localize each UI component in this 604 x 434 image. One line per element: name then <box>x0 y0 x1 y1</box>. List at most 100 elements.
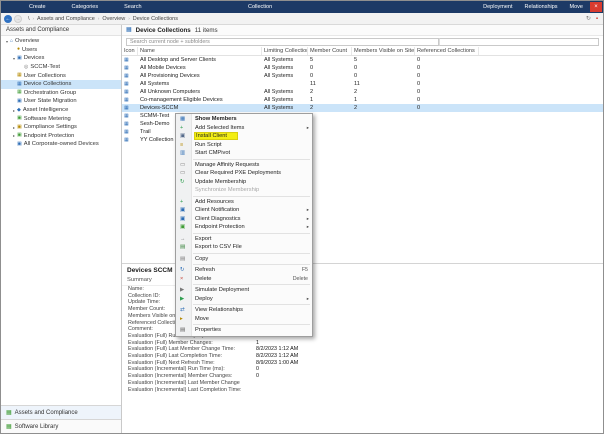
breadcrumb-item-overview[interactable]: Overview <box>102 16 125 22</box>
nav-alert-icon[interactable]: ▪ <box>596 16 598 22</box>
ribbon-tab-move[interactable]: Move <box>570 1 583 13</box>
detail-field-evaluation-incremental-run-time-ms: Evaluation (Incremental) Run Time (ms):0 <box>122 366 603 373</box>
forward-icon[interactable]: → <box>14 15 22 23</box>
menu-item-copy[interactable]: ▤Copy <box>176 255 312 264</box>
menu-item-export[interactable]: →Export <box>176 235 312 244</box>
sidebar-item-user-collections[interactable]: ▦User Collections <box>1 71 121 80</box>
ribbon-tab-categories[interactable]: Categories <box>72 1 99 13</box>
menu-item-client-notification[interactable]: ▣Client Notification▸ <box>176 206 312 215</box>
menu-item-label: Add Resources <box>195 199 234 205</box>
cell-members-visible: 0 <box>352 64 415 72</box>
breadcrumb: \ ›Assets and Compliance›Overview›Device… <box>28 16 178 22</box>
sidebar-item-users[interactable]: ●Users <box>1 46 121 55</box>
update-membership-icon: ↻ <box>180 178 185 187</box>
sidebar-item-user-state-migration[interactable]: ▣User State Migration <box>1 97 121 106</box>
column-header-members-visible-on-site[interactable]: Members Visible on Site <box>352 47 415 55</box>
menu-item-view-relationships[interactable]: ⇄View Relationships <box>176 306 312 315</box>
menu-item-label: Refresh <box>195 267 215 273</box>
ribbon-tab-relationships[interactable]: Relationships <box>525 1 558 13</box>
menu-item-add-resources[interactable]: +Add Resources <box>176 198 312 207</box>
workspace-button-software-library[interactable]: ▦Software Library <box>1 419 121 433</box>
column-header-member-count[interactable]: Member Count <box>308 47 352 55</box>
metering-icon: ▣ <box>17 116 22 121</box>
workspace-button-assets-and-compliance[interactable]: ▦Assets and Compliance <box>1 405 121 419</box>
sidebar-item-orchestration-group[interactable]: ▦Orchestration Group <box>1 89 121 98</box>
column-header-icon[interactable]: Icon <box>122 47 138 55</box>
menu-item-client-diagnostics[interactable]: ▣Client Diagnostics▸ <box>176 215 312 224</box>
menu-item-update-membership[interactable]: ↻Update Membership <box>176 178 312 187</box>
menu-item-manage-affinity-requests[interactable]: ▭Manage Affinity Requests <box>176 161 312 170</box>
app-window: Create Categories Search Collection Deploy… <box>0 0 604 434</box>
collection-icon: ▦ <box>124 98 129 103</box>
cell-member-count: 2 <box>308 88 352 96</box>
sidebar-item-endpoint-protection[interactable]: ▸▣Endpoint Protection <box>1 132 121 141</box>
table-row-co-management-eligible-devices[interactable]: ▦Co-management Eligible DevicesAll Syste… <box>122 96 603 104</box>
cell-referenced-collections: 0 <box>415 80 479 88</box>
sidebar: Assets and Compliance ▾⌂Overview●Users▾▣… <box>1 25 122 433</box>
detail-field-evaluation-incremental-member-changes: Evaluation (Incremental) Member Changes:… <box>122 373 603 380</box>
sidebar-item-compliance-settings[interactable]: ▸▣Compliance Settings <box>1 123 121 132</box>
breadcrumb-item-device-collections[interactable]: Device Collections <box>133 16 178 22</box>
ribbon-tab-deployment[interactable]: Deployment <box>483 1 512 13</box>
table-row-all-provisioning-devices[interactable]: ▦All Provisioning DevicesAll Systems000 <box>122 72 603 80</box>
menu-item-clear-required-pxe-deployments[interactable]: ▭Clear Required PXE Deployments <box>176 169 312 178</box>
sidebar-item-all-corporate-owned-devices[interactable]: ▣All Corporate-owned Devices <box>1 140 121 149</box>
overview-icon: ⌂ <box>10 39 13 44</box>
menu-item-run-script[interactable]: ≡Run Script <box>176 141 312 150</box>
cell-member-count: 5 <box>308 56 352 64</box>
column-header-name[interactable]: Name <box>138 47 262 55</box>
sidebar-item-device-collections[interactable]: ▦Device Collections <box>1 80 121 89</box>
menu-item-label: Move <box>195 316 209 322</box>
cell-member-count: 11 <box>308 80 352 88</box>
ribbon-tab-search[interactable]: Search <box>124 1 141 13</box>
ribbon-tab-collection[interactable]: Collection <box>248 1 272 13</box>
menu-item-properties[interactable]: ▤Properties <box>176 326 312 335</box>
nav-refresh-icon[interactable]: ↻ <box>586 16 591 22</box>
collection-icon: ▦ <box>124 66 129 71</box>
table-row-all-systems[interactable]: ▦All Systems11110 <box>122 80 603 88</box>
menu-item-endpoint-protection[interactable]: ▣Endpoint Protection▸ <box>176 223 312 232</box>
navbar-right-icons: ↻▪ <box>586 13 600 25</box>
detail-field-value: 8/2/2023 1:12 AM <box>256 353 298 359</box>
table-row-devices-sccm[interactable]: ▦Devices-SCCMAll Systems220 <box>122 104 603 112</box>
breadcrumb-separator-icon: › <box>128 16 130 21</box>
cell-member-count: 1 <box>308 96 352 104</box>
sidebar-item-software-metering[interactable]: ▣Software Metering <box>1 114 121 123</box>
menu-item-label: Synchronize Membership <box>195 187 259 193</box>
sidebar-item-sccm-test[interactable]: ◎SCCM-Test <box>1 63 121 72</box>
cell-referenced-collections: 0 <box>415 88 479 96</box>
cell-limiting-collection: All Systems <box>262 72 308 80</box>
sidebar-item-overview[interactable]: ▾⌂Overview <box>1 37 121 46</box>
menu-item-deploy[interactable]: ▶Deploy▸ <box>176 295 312 304</box>
devices-icon: ▣ <box>17 56 22 61</box>
menu-item-refresh[interactable]: ↻RefreshF5 <box>176 266 312 275</box>
sidebar-item-asset-intelligence[interactable]: ▸◆Asset Intelligence <box>1 106 121 115</box>
submenu-arrow-icon: ▸ <box>307 125 309 131</box>
column-header-referenced-collections[interactable]: Referenced Collections <box>415 47 479 55</box>
table-row-all-desktop-and-server-clients[interactable]: ▦All Desktop and Server ClientsAll Syste… <box>122 56 603 64</box>
detail-field-evaluation-full-next-refresh-time: Evaluation (Full) Next Refresh Time:8/9/… <box>122 360 603 367</box>
sidebar-item-devices[interactable]: ▾▣Devices <box>1 54 121 63</box>
table-row-all-unknown-computers[interactable]: ▦All Unknown ComputersAll Systems220 <box>122 88 603 96</box>
table-row-all-mobile-devices[interactable]: ▦All Mobile DevicesAll Systems000 <box>122 64 603 72</box>
device-collections-icon: ▦ <box>126 27 132 33</box>
search-criteria-area[interactable] <box>439 38 599 46</box>
ribbon-tab-create[interactable]: Create <box>29 1 46 13</box>
menu-item-simulate-deployment[interactable]: ▶Simulate Deployment <box>176 286 312 295</box>
close-icon[interactable]: × <box>590 2 602 12</box>
menu-item-export-to-csv-file[interactable]: ▤Export to CSV File <box>176 243 312 252</box>
menu-item-add-selected-items[interactable]: +Add Selected Items▸ <box>176 124 312 133</box>
back-icon[interactable]: ← <box>4 15 12 23</box>
breadcrumb-item-assets-and-compliance[interactable]: Assets and Compliance <box>37 16 95 22</box>
menu-item-install-client[interactable]: ▣Install Client <box>176 132 312 141</box>
detail-field-label: Evaluation (Full) Next Refresh Time: <box>128 360 256 367</box>
menu-item-show-members[interactable]: ▦Show Members <box>176 115 312 124</box>
menu-item-move[interactable]: ▸Move <box>176 315 312 324</box>
device-collections-icon: ▦ <box>17 82 22 87</box>
menu-item-label: Deploy <box>195 296 213 302</box>
column-header-limiting-collection[interactable]: Limiting Collection <box>262 47 308 55</box>
menu-item-start-cmpivot[interactable]: ▥Start CMPivot <box>176 149 312 158</box>
menu-separator <box>193 253 310 254</box>
search-input[interactable]: Search current node + subfolders <box>126 38 439 46</box>
menu-item-delete[interactable]: ×DeleteDelete <box>176 275 312 284</box>
